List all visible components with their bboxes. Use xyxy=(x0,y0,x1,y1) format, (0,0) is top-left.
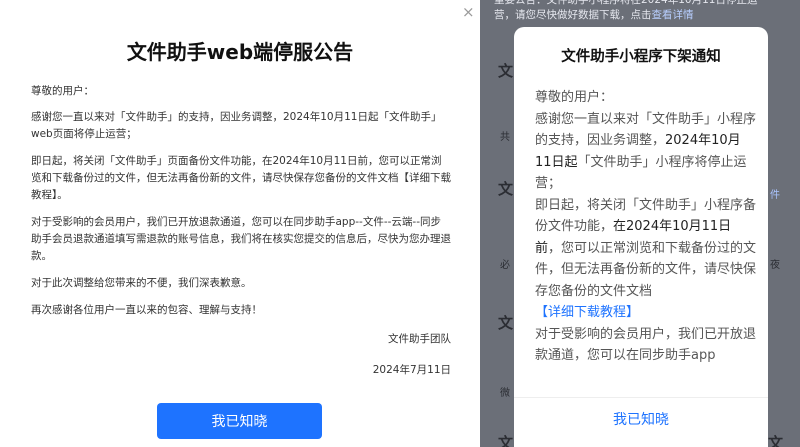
bg-item-label-right-1: 件 xyxy=(770,190,780,201)
modal-title: 文件助手小程序下架通知 xyxy=(561,49,721,65)
bg-item-char-5: 文 xyxy=(768,434,784,447)
notice-signature: 文件助手团队 xyxy=(388,333,451,345)
mini-program-notice-modal: 文件助手小程序下架通知 尊敬的用户： 感谢您一直以来对「文件助手」小程序的支持，… xyxy=(514,27,768,447)
banner-line-2: 营，请您尽快做好数据下载，点击查看详情 xyxy=(494,8,794,23)
acknowledge-button[interactable]: 我已知晓 xyxy=(157,403,322,439)
modal-p2-end: ，您可以正常浏览和下载备份过的文件，但无法再备份新的文件，请尽快保存您备份的文件… xyxy=(535,240,757,299)
notice-paragraph-1: 感谢您一直以来对「文件助手」的支持，因业务调整，2024年10月11日起「文件助… xyxy=(31,111,442,140)
bg-item-char-2: 文 xyxy=(498,180,514,198)
notice-body: 尊敬的用户： 感谢您一直以来对「文件助手」的支持，因业务调整，2024年10月1… xyxy=(31,83,451,379)
modal-paragraph-1: 感谢您一直以来对「文件助手」小程序的支持，因业务调整，2024年10月11日起「… xyxy=(535,109,757,195)
notice-paragraph-2: 即日起，将关闭「文件助手」页面备份文件功能，在2024年10月11日前，您可以正… xyxy=(31,155,451,201)
bg-item-label-right-2: 夜 xyxy=(770,260,780,271)
modal-fade xyxy=(514,357,768,397)
background-banner: 重要公告：文件助手小程序将在2024年10月11日停止运 营，请您尽快做好数据下… xyxy=(494,0,794,23)
notice-greeting: 尊敬的用户： xyxy=(31,85,94,97)
notice-date: 2024年7月11日 xyxy=(372,364,451,376)
modal-body: 尊敬的用户： 感谢您一直以来对「文件助手」小程序的支持，因业务调整，2024年1… xyxy=(535,87,757,387)
close-icon[interactable]: × xyxy=(462,4,475,20)
bg-item-label-1: 共 xyxy=(500,132,510,143)
bg-item-char-4: 文 xyxy=(498,434,514,447)
bg-item-label-3: 微 xyxy=(500,388,510,399)
notice-paragraph-5: 再次感谢各位用户一直以来的包容、理解与支持！ xyxy=(31,304,262,316)
bg-item-char-3: 文 xyxy=(498,314,514,332)
web-shutdown-notice-panel: × 文件助手web端停服公告 尊敬的用户： 感谢您一直以来对「文件助手」的支持，… xyxy=(0,0,480,447)
banner-line-2-text: 营，请您尽快做好数据下载，点击 xyxy=(494,9,652,21)
notice-title: 文件助手web端停服公告 xyxy=(126,40,354,64)
notice-paragraph-4: 对于此次调整给您带来的不便，我们深表歉意。 xyxy=(31,277,252,289)
modal-acknowledge-button[interactable]: 我已知晓 xyxy=(514,397,768,442)
banner-line-1: 重要公告：文件助手小程序将在2024年10月11日停止运 xyxy=(494,0,758,6)
modal-paragraph-2: 即日起，将关闭「文件助手」小程序备份文件功能，在2024年10月11日前，您可以… xyxy=(535,195,757,303)
bg-item-label-2: 必 xyxy=(500,260,510,271)
modal-greeting: 尊敬的用户： xyxy=(535,90,614,105)
bg-item-char-1: 文 xyxy=(498,62,514,80)
notice-paragraph-3: 对于受影响的会员用户，我们已开放退款通道，您可以在同步助手app--文件--云端… xyxy=(31,216,451,262)
banner-detail-link[interactable]: 查看详情 xyxy=(652,9,694,21)
modal-download-tutorial-link[interactable]: 【详细下载教程】 xyxy=(535,302,757,324)
